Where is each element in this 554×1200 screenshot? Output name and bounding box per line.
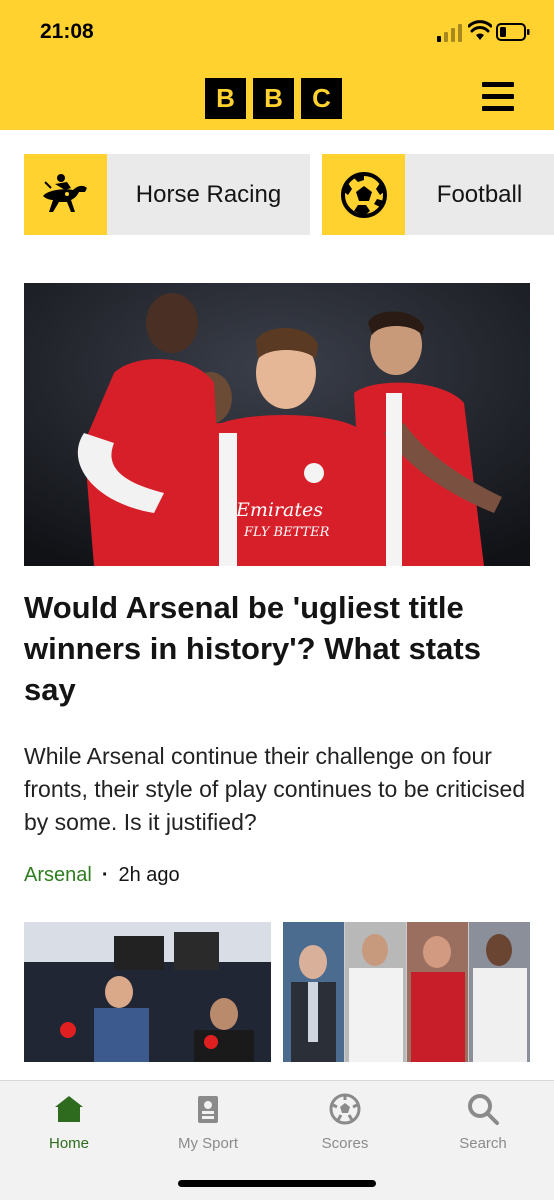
football-icon <box>322 154 405 235</box>
lead-story-image[interactable]: Emirates FLY BETTER <box>24 283 530 566</box>
sport-tile-label: Football <box>436 180 523 208</box>
sport-tile-football[interactable]: Football <box>322 154 554 235</box>
nav-search[interactable]: Search <box>428 1093 538 1152</box>
lead-story-headline[interactable]: Would Arsenal be 'ugliest title winners … <box>24 587 534 710</box>
story-timestamp: 2h ago <box>118 864 180 886</box>
nav-home[interactable]: Home <box>14 1093 124 1152</box>
logo-letter-b1: B <box>205 78 246 119</box>
nav-label: Home <box>48 1135 89 1152</box>
hero-image-sponsor-text: Emirates <box>235 499 323 521</box>
nav-label: Scores <box>321 1135 369 1152</box>
story-topic-tag[interactable]: Arsenal <box>24 864 92 887</box>
status-bar: 21:08 <box>0 0 554 64</box>
cellular-signal-icon <box>437 24 462 42</box>
nav-label: My Sport <box>177 1135 238 1152</box>
status-time: 21:08 <box>40 20 94 43</box>
nav-scores[interactable]: Scores <box>290 1093 400 1152</box>
story-thumbnail[interactable] <box>24 922 271 1062</box>
nav-label: Search <box>459 1135 507 1152</box>
battery-icon <box>496 23 530 41</box>
meta-separator: · <box>101 864 109 886</box>
sport-tile-label: Horse Racing <box>135 180 282 208</box>
hero-image-sponsor-subtext: FLY BETTER <box>243 525 330 540</box>
sport-tile-horse-racing[interactable]: Horse Racing <box>24 154 310 235</box>
logo-letter-c: C <box>301 78 342 119</box>
scores-icon <box>329 1093 361 1125</box>
horse-racing-icon <box>24 154 107 235</box>
bbc-logo[interactable]: B B C <box>205 78 342 119</box>
my-sport-icon <box>198 1096 218 1123</box>
app-header: 21:08 B B C <box>0 0 554 130</box>
search-icon <box>468 1094 499 1125</box>
home-indicator <box>178 1180 376 1187</box>
lead-story-summary: While Arsenal continue their challenge o… <box>24 743 526 835</box>
home-icon <box>55 1096 83 1122</box>
wifi-icon <box>468 20 492 40</box>
hamburger-menu-icon[interactable] <box>482 82 514 112</box>
lead-story-meta: Arsenal · 2h ago <box>24 864 180 887</box>
logo-letter-b2: B <box>253 78 294 119</box>
story-thumbnail[interactable] <box>283 922 530 1062</box>
nav-my-sport[interactable]: My Sport <box>153 1093 263 1152</box>
